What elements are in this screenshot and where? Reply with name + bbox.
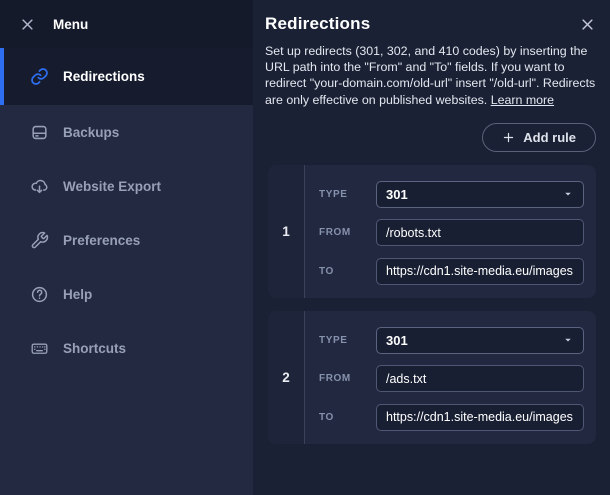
keyboard-icon xyxy=(30,339,49,358)
from-input[interactable] xyxy=(376,365,584,392)
sidebar-item-shortcuts[interactable]: Shortcuts xyxy=(0,321,253,375)
redirect-rule-card: 1 TYPE 301 FROM TO xyxy=(268,165,596,298)
close-icon xyxy=(20,17,35,32)
link-icon xyxy=(30,67,49,86)
rule-fields: TYPE 301 FROM TO xyxy=(305,165,596,298)
to-label: TO xyxy=(319,412,376,423)
type-label: TYPE xyxy=(319,189,376,200)
menu-title: Menu xyxy=(53,17,88,32)
type-select-value: 301 xyxy=(386,187,408,202)
sidebar-item-website-export[interactable]: Website Export xyxy=(0,159,253,213)
sidebar-item-label: Redirections xyxy=(63,69,145,84)
chevron-down-icon xyxy=(562,188,574,200)
type-row: TYPE 301 xyxy=(319,181,584,208)
sidebar-item-label: Help xyxy=(63,287,92,302)
to-row: TO xyxy=(319,258,584,285)
panel-description: Set up redirects (301, 302, and 410 code… xyxy=(265,43,596,108)
type-label: TYPE xyxy=(319,335,376,346)
sidebar-item-preferences[interactable]: Preferences xyxy=(0,213,253,267)
from-row: FROM xyxy=(319,219,584,246)
sidebar-item-label: Website Export xyxy=(63,179,161,194)
rule-number: 2 xyxy=(268,311,305,444)
wrench-icon xyxy=(30,231,49,250)
sidebar-item-label: Backups xyxy=(63,125,119,140)
add-rule-row: Add rule xyxy=(265,123,596,152)
sidebar-item-help[interactable]: Help xyxy=(0,267,253,321)
learn-more-link[interactable]: Learn more xyxy=(491,93,554,107)
menu-close-button[interactable] xyxy=(16,13,38,35)
type-select[interactable]: 301 xyxy=(376,327,584,354)
chevron-down-icon xyxy=(562,334,574,346)
page-title: Redirections xyxy=(265,14,596,34)
redirect-rule-card: 2 TYPE 301 FROM TO xyxy=(268,311,596,444)
sidebar-item-label: Preferences xyxy=(63,233,140,248)
redirections-panel: Redirections Set up redirects (301, 302,… xyxy=(253,0,610,495)
to-input[interactable] xyxy=(376,404,584,431)
from-label: FROM xyxy=(319,373,376,384)
add-rule-button[interactable]: Add rule xyxy=(482,123,596,152)
from-input[interactable] xyxy=(376,219,584,246)
question-circle-icon xyxy=(30,285,49,304)
type-row: TYPE 301 xyxy=(319,327,584,354)
to-label: TO xyxy=(319,266,376,277)
close-icon xyxy=(580,17,595,32)
sidebar-item-redirections[interactable]: Redirections xyxy=(0,48,253,105)
cloud-download-icon xyxy=(30,177,49,196)
type-select-value: 301 xyxy=(386,333,408,348)
sidebar-item-backups[interactable]: Backups xyxy=(0,105,253,159)
from-label: FROM xyxy=(319,227,376,238)
rule-fields: TYPE 301 FROM TO xyxy=(305,311,596,444)
type-select[interactable]: 301 xyxy=(376,181,584,208)
sidebar-item-label: Shortcuts xyxy=(63,341,126,356)
from-row: FROM xyxy=(319,365,584,392)
drive-icon xyxy=(30,123,49,142)
panel-close-button[interactable] xyxy=(578,15,596,33)
rule-number: 1 xyxy=(268,165,305,298)
to-input[interactable] xyxy=(376,258,584,285)
to-row: TO xyxy=(319,404,584,431)
add-rule-label: Add rule xyxy=(523,130,576,145)
sidebar-header: Menu xyxy=(0,0,253,48)
menu-sidebar: Menu Redirections Backups Website Export… xyxy=(0,0,253,495)
plus-icon xyxy=(502,131,515,144)
